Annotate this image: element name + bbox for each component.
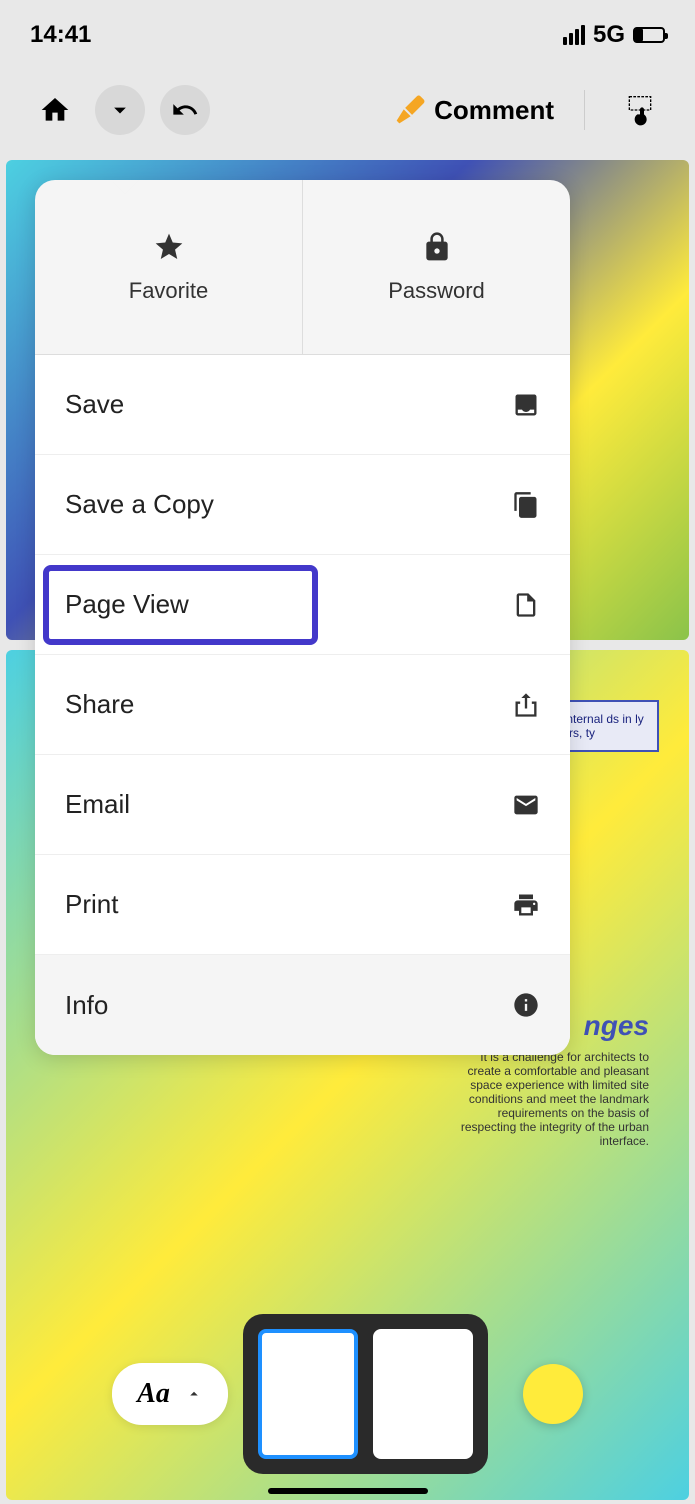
screenshot-preview-bar — [243, 1314, 488, 1474]
copy-icon — [512, 491, 540, 519]
document-heading: nges — [584, 1010, 649, 1042]
menu-item-label: Info — [65, 990, 108, 1021]
mail-icon — [512, 791, 540, 819]
touch-mode-button[interactable] — [615, 85, 665, 135]
toolbar: Comment — [0, 70, 695, 150]
save-menu-item[interactable]: Save — [35, 355, 570, 455]
comment-label: Comment — [434, 95, 554, 126]
menu-item-label: Email — [65, 789, 130, 820]
screenshot-thumbnail-2[interactable] — [373, 1329, 473, 1459]
share-icon — [512, 691, 540, 719]
battery-icon — [633, 27, 665, 43]
toolbar-divider — [584, 90, 585, 130]
menu-item-label: Save — [65, 389, 124, 420]
document-paragraph: It is a challenge for architects to crea… — [449, 1050, 649, 1148]
signal-icon — [563, 25, 585, 45]
info-menu-item[interactable]: Info — [35, 955, 570, 1055]
info-icon — [512, 991, 540, 1019]
home-icon — [39, 94, 71, 126]
home-button[interactable] — [30, 85, 80, 135]
chevron-down-icon — [106, 96, 134, 124]
password-button[interactable]: Password — [303, 180, 570, 355]
print-icon — [512, 891, 540, 919]
network-label: 5G — [593, 21, 625, 49]
bottom-controls: Aa — [0, 1314, 695, 1474]
font-settings-button[interactable]: Aa — [112, 1363, 228, 1425]
inbox-icon — [512, 391, 540, 419]
email-menu-item[interactable]: Email — [35, 755, 570, 855]
highlighter-icon — [394, 94, 426, 126]
save-copy-menu-item[interactable]: Save a Copy — [35, 455, 570, 555]
menu-item-label: Save a Copy — [65, 489, 214, 520]
undo-button[interactable] — [160, 85, 210, 135]
dropdown-toggle-button[interactable] — [95, 85, 145, 135]
status-bar: 14:41 5G — [0, 0, 695, 70]
print-menu-item[interactable]: Print — [35, 855, 570, 955]
comment-button[interactable]: Comment — [394, 94, 554, 126]
status-indicators: 5G — [563, 21, 665, 49]
page-icon — [512, 591, 540, 619]
favorite-label: Favorite — [129, 278, 208, 304]
chevron-up-icon — [185, 1385, 203, 1403]
undo-icon — [171, 96, 199, 124]
lock-icon — [421, 231, 453, 263]
font-label: Aa — [137, 1378, 170, 1410]
favorite-button[interactable]: Favorite — [35, 180, 303, 355]
share-menu-item[interactable]: Share — [35, 655, 570, 755]
screenshot-thumbnail-1[interactable] — [258, 1329, 358, 1459]
dropdown-menu: Favorite Password Save Save a Copy Page … — [35, 180, 570, 1055]
menu-item-label: Share — [65, 689, 134, 720]
menu-item-label: Print — [65, 889, 118, 920]
page-view-menu-item[interactable]: Page View — [35, 555, 570, 655]
menu-item-label: Page View — [65, 589, 189, 620]
home-indicator[interactable] — [268, 1488, 428, 1494]
clock-time: 14:41 — [30, 21, 91, 49]
password-label: Password — [388, 278, 485, 304]
star-icon — [153, 231, 185, 263]
touch-icon — [624, 94, 656, 126]
color-picker-button[interactable] — [523, 1364, 583, 1424]
